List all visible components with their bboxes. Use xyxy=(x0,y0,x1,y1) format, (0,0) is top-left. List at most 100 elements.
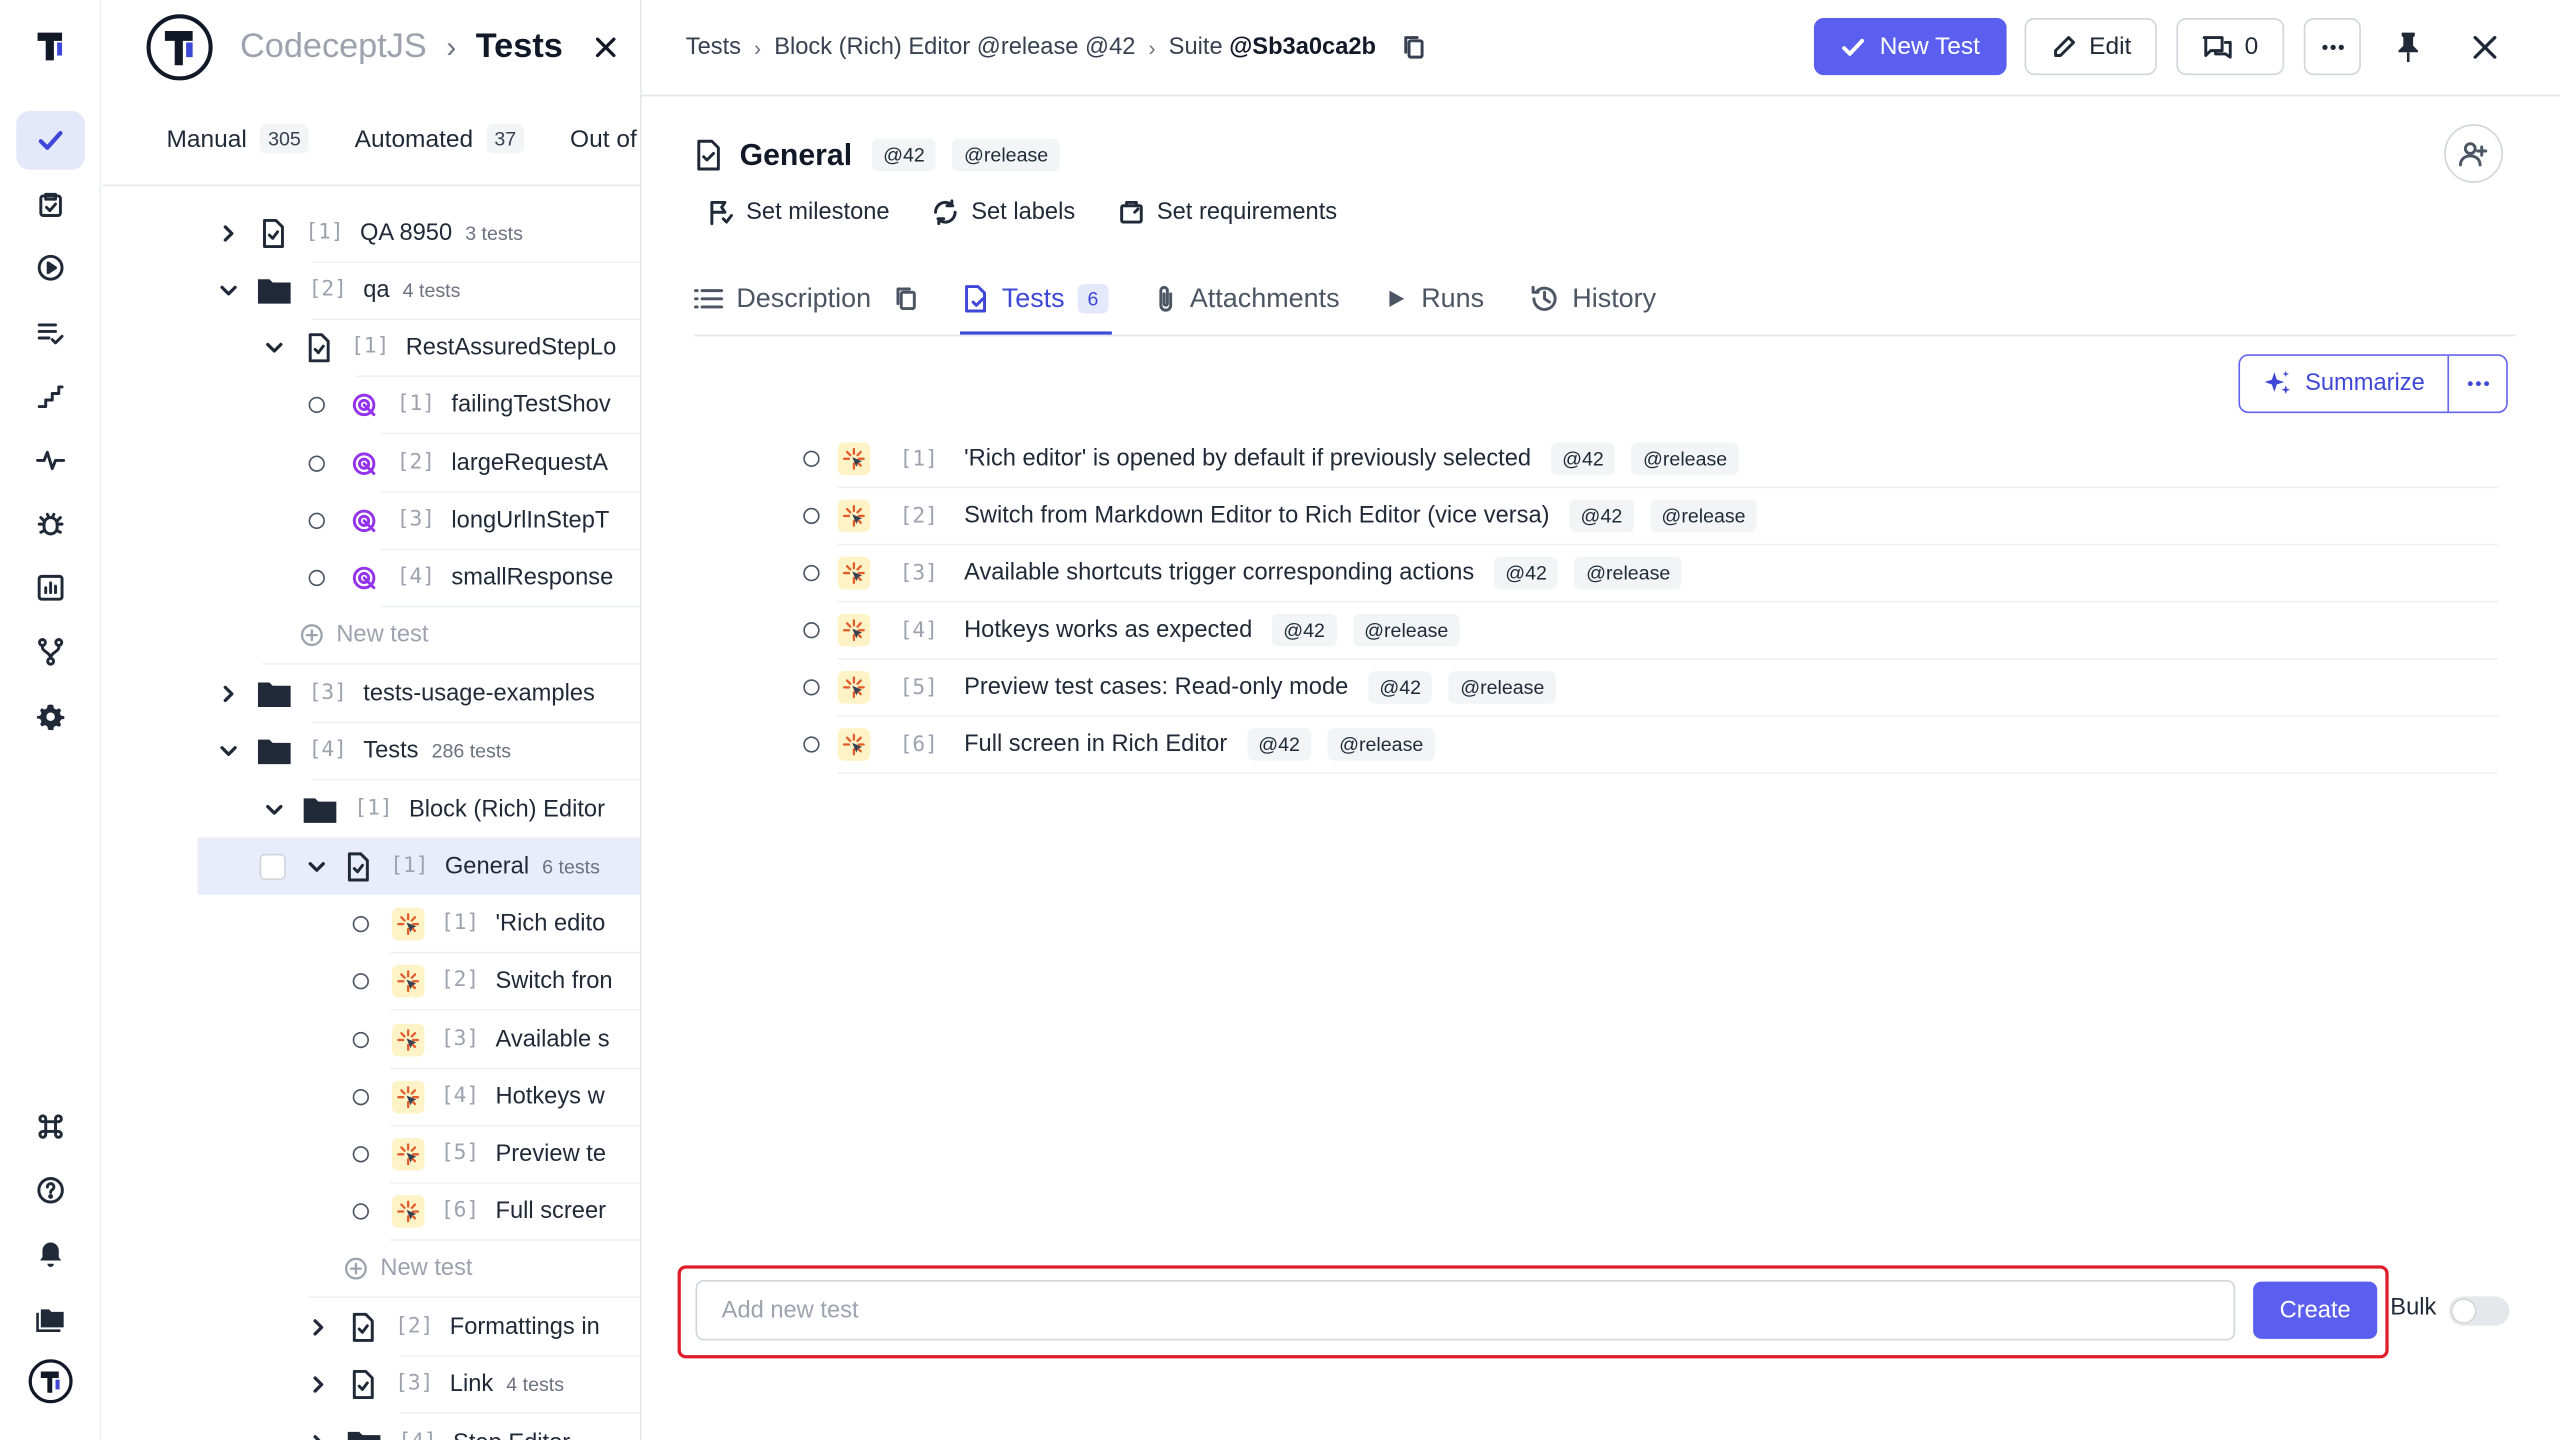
create-button[interactable]: Create xyxy=(2253,1281,2378,1339)
tab-automated[interactable]: Automated 37 xyxy=(355,124,525,154)
bug-icon[interactable] xyxy=(16,495,85,554)
comments-button[interactable]: 0 xyxy=(2176,17,2285,76)
tab-description[interactable]: Description xyxy=(694,274,917,323)
tab-attachments[interactable]: Attachments xyxy=(1154,274,1340,323)
test-tag[interactable]: @release xyxy=(1448,671,1556,704)
test-tag[interactable]: @42 xyxy=(1550,442,1616,476)
row-checkbox[interactable] xyxy=(259,853,286,880)
help-icon[interactable] xyxy=(16,1161,85,1220)
test-row[interactable]: [2] Switch from Markdown Editor to Rich … xyxy=(803,488,2499,546)
test-row[interactable]: [6] Full screen in Rich Editor @42 @rele… xyxy=(803,717,2499,774)
suite-tag[interactable]: @release xyxy=(952,138,1060,172)
tree-folder-row[interactable]: [4] Step Editor xyxy=(300,1414,570,1440)
chevron-down-icon[interactable] xyxy=(256,337,292,357)
pulse-icon[interactable] xyxy=(16,431,85,490)
test-tag[interactable]: @42 xyxy=(1493,556,1559,590)
tree-test-row[interactable]: [5] Preview te xyxy=(352,1125,606,1182)
tab-out-of-sync[interactable]: Out of xyxy=(570,124,637,153)
tree-folder-row[interactable]: [4] Tests 286 tests xyxy=(211,722,511,779)
analytics-chart-icon[interactable] xyxy=(16,558,85,617)
chevron-right-icon[interactable] xyxy=(300,1317,336,1337)
tab-history[interactable]: History xyxy=(1530,274,1656,323)
assign-user-button[interactable] xyxy=(2444,124,2503,183)
close-tree-button[interactable] xyxy=(581,23,630,72)
test-row[interactable]: [3] Available shortcuts trigger correspo… xyxy=(803,545,2499,603)
projects-folders-icon[interactable] xyxy=(16,1288,85,1347)
tree-test-row[interactable]: [3] longUrlInStepT xyxy=(308,491,609,548)
new-test-header-button[interactable]: New Test xyxy=(1813,17,2007,76)
tab-tests[interactable]: Tests 6 xyxy=(959,274,1112,335)
tree-test-row[interactable]: [2] largeRequestA xyxy=(308,434,608,491)
runs-play-icon[interactable] xyxy=(16,238,85,297)
edit-button[interactable]: Edit xyxy=(2024,17,2157,76)
chevron-down-icon[interactable] xyxy=(211,280,247,300)
summarize-button[interactable]: Summarize xyxy=(2240,355,2450,412)
copy-id-button[interactable] xyxy=(1402,34,1425,60)
chevron-right-icon[interactable] xyxy=(211,683,247,703)
manual-test-icon xyxy=(391,1080,425,1113)
pin-button[interactable] xyxy=(2392,29,2425,65)
project-name[interactable]: CodeceptJS xyxy=(240,28,427,67)
more-options-button[interactable] xyxy=(2303,17,2361,76)
add-new-test-input[interactable]: Add new test xyxy=(695,1280,2236,1341)
tree-test-row[interactable]: [2] Switch fron xyxy=(352,952,613,1009)
breadcrumb-parent-suite[interactable]: Block (Rich) Editor @release @42 xyxy=(774,34,1135,60)
tests-check-icon[interactable] xyxy=(16,111,85,170)
test-tag[interactable]: @release xyxy=(1352,613,1460,647)
bulk-toggle[interactable] xyxy=(2449,1296,2510,1326)
set-milestone-button[interactable]: Set milestone xyxy=(707,199,890,225)
tree-folder-row[interactable]: [1] Block (Rich) Editor xyxy=(256,780,605,837)
tree-test-row[interactable]: [1] failingTestShov xyxy=(308,376,611,433)
command-icon[interactable] xyxy=(16,1097,85,1156)
chevron-down-icon[interactable] xyxy=(256,799,292,819)
tab-manual[interactable]: Manual 305 xyxy=(167,124,309,154)
clipboard-icon[interactable] xyxy=(16,175,85,234)
tree-suite-row[interactable]: [3] Link 4 tests xyxy=(300,1355,564,1412)
tree-test-row[interactable]: [1] 'Rich edito xyxy=(352,895,605,952)
suite-tag[interactable]: @42 xyxy=(871,138,937,172)
new-test-button[interactable]: New test xyxy=(344,1239,473,1296)
chevron-down-icon[interactable] xyxy=(211,740,247,760)
tree-test-row[interactable]: [3] Available s xyxy=(352,1011,610,1068)
test-tag[interactable]: @release xyxy=(1631,442,1739,476)
tree-suite-row[interactable]: [2] Formattings in xyxy=(300,1298,600,1355)
chevron-right-icon[interactable] xyxy=(211,223,247,243)
test-row[interactable]: [5] Preview test cases: Read-only mode @… xyxy=(803,660,2499,717)
set-labels-button[interactable]: Set labels xyxy=(932,199,1075,225)
tree-suite-row[interactable]: [1] RestAssuredStepLo xyxy=(256,318,616,375)
tree-folder-row[interactable]: [2] qa 4 tests xyxy=(211,261,460,318)
steps-stairs-icon[interactable] xyxy=(16,367,85,426)
test-row[interactable]: [4] Hotkeys works as expected @42 @relea… xyxy=(803,602,2499,660)
plans-list-icon[interactable] xyxy=(16,304,85,363)
summarize-more-button[interactable] xyxy=(2449,356,2506,412)
test-tag[interactable]: @42 xyxy=(1271,613,1337,647)
test-tag[interactable]: @release xyxy=(1649,499,1758,533)
test-tag[interactable]: @42 xyxy=(1367,671,1433,704)
test-tag[interactable]: @release xyxy=(1327,728,1435,761)
notifications-bell-icon[interactable] xyxy=(16,1225,85,1284)
tree-test-row[interactable]: [4] smallResponse xyxy=(308,549,613,606)
close-panel-button[interactable] xyxy=(2467,29,2503,65)
test-tag[interactable]: @42 xyxy=(1569,499,1634,533)
tree-folder-row[interactable]: [3] tests-usage-examples xyxy=(211,665,595,722)
test-row[interactable]: [1] 'Rich editor' is opened by default i… xyxy=(803,431,2499,489)
breadcrumb-tests[interactable]: Tests xyxy=(686,34,741,60)
test-tag[interactable]: @release xyxy=(1574,556,1682,590)
profile-logo-icon[interactable] xyxy=(16,1352,85,1411)
settings-gear-icon[interactable] xyxy=(16,687,85,746)
new-test-button[interactable]: New test xyxy=(300,606,428,663)
tree-suite-row-selected[interactable]: [1] General 6 tests xyxy=(259,838,600,895)
tree-test-row[interactable]: [6] Full screer xyxy=(352,1182,606,1239)
chevron-right-icon[interactable] xyxy=(300,1433,336,1440)
tab-runs[interactable]: Runs xyxy=(1385,274,1484,323)
copy-icon[interactable] xyxy=(894,286,917,312)
tree-test-row[interactable]: [4] Hotkeys w xyxy=(352,1068,605,1125)
branch-icon[interactable] xyxy=(16,622,85,681)
chevron-right-icon[interactable] xyxy=(300,1374,336,1394)
tree-suite-row[interactable]: [1] QA 8950 3 tests xyxy=(211,204,523,261)
app-logo-icon[interactable] xyxy=(16,16,85,75)
set-requirements-button[interactable]: Set requirements xyxy=(1118,199,1337,225)
test-tag[interactable]: @42 xyxy=(1246,728,1312,761)
chevron-down-icon[interactable] xyxy=(299,856,335,876)
test-title: Available shortcuts trigger correspondin… xyxy=(964,560,1475,587)
